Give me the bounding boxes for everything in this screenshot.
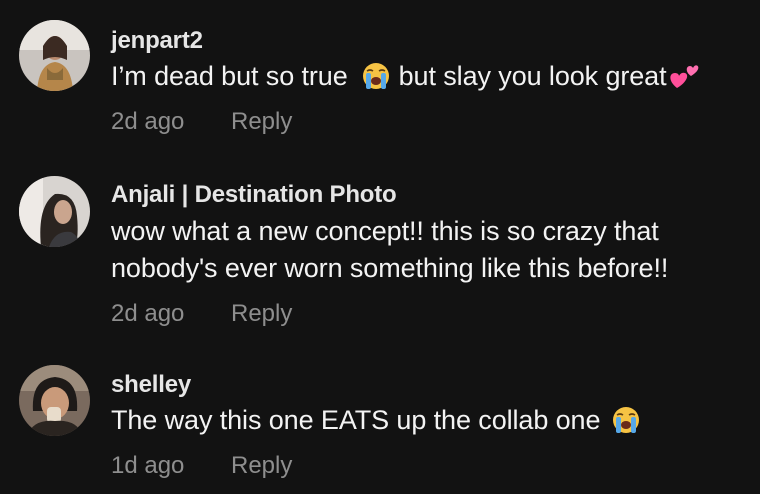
comment-text: wow what a new concept!! this is so craz… <box>111 213 668 287</box>
comment-text-part: but slay you look great <box>398 61 667 91</box>
comments-panel: { "reply_label": "Reply", "comments": [ … <box>0 0 760 494</box>
avatar[interactable] <box>19 20 90 91</box>
loudly-crying-face-icon <box>612 406 640 434</box>
reply-button[interactable]: Reply <box>231 452 292 480</box>
comment-text-part: The way this one EATS up the collab one <box>111 405 601 435</box>
comment-text: The way this one EATS up the collab one <box>111 402 640 439</box>
comment-timestamp: 2d ago <box>111 108 185 135</box>
avatar-photo <box>19 176 90 247</box>
comment-meta: 2d ago Reply <box>111 108 292 136</box>
avatar-photo <box>19 20 90 91</box>
comment-timestamp: 1d ago <box>111 452 185 479</box>
comment-meta: 1d ago Reply <box>111 452 292 480</box>
avatar[interactable] <box>19 365 90 436</box>
comment-text-part: I’m dead but so true <box>111 61 348 91</box>
two-hearts-icon <box>669 62 699 90</box>
comment-text-line: nobody's ever worn something like this b… <box>111 253 669 283</box>
comment-text: I’m dead but so true but slay you look g… <box>111 58 699 95</box>
loudly-crying-face-icon <box>362 62 390 90</box>
comment-meta: 2d ago Reply <box>111 300 292 328</box>
comment-username[interactable]: Anjali | Destination Photo <box>111 181 397 209</box>
reply-button[interactable]: Reply <box>231 300 292 328</box>
comment-timestamp: 2d ago <box>111 300 185 327</box>
avatar-photo <box>19 365 90 436</box>
reply-button[interactable]: Reply <box>231 108 292 136</box>
comment-username[interactable]: jenpart2 <box>111 27 203 55</box>
comment-username[interactable]: shelley <box>111 371 191 399</box>
comment-text-line: wow what a new concept!! this is so craz… <box>111 216 659 246</box>
avatar[interactable] <box>19 176 90 247</box>
